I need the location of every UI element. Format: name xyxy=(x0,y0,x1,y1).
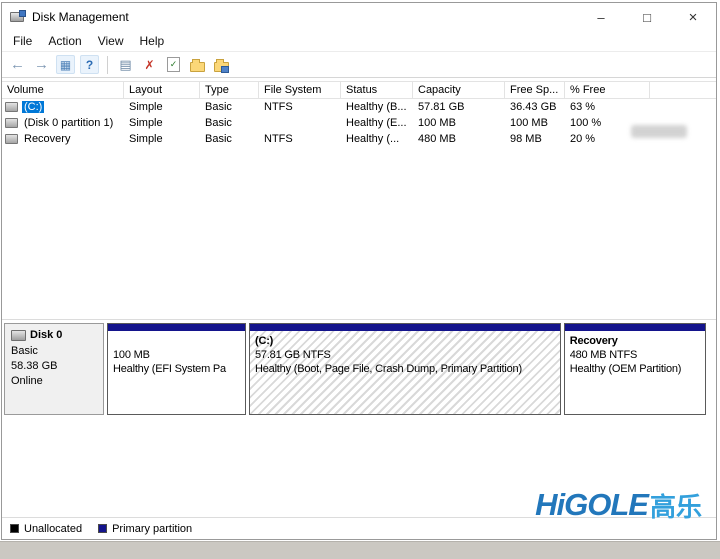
page-bottom-strip xyxy=(0,541,720,559)
volume-list: Volume Layout Type File System Status Ca… xyxy=(2,81,716,147)
close-button[interactable]: × xyxy=(670,3,716,31)
maximize-button[interactable]: □ xyxy=(624,3,670,31)
back-icon[interactable]: ← xyxy=(8,55,27,74)
col-file-system[interactable]: File System xyxy=(259,82,341,98)
unallocated-swatch xyxy=(10,524,19,533)
volume-name: (Disk 0 partition 1) xyxy=(22,117,115,129)
col-filler xyxy=(650,82,716,98)
volume-row-c[interactable]: (C:) Simple Basic NTFS Healthy (B... 57.… xyxy=(2,99,716,115)
toolbar: ← → ▦ ? ▤ ✗ ✓ xyxy=(2,52,716,78)
disk-status: Online xyxy=(11,375,97,387)
menu-bar: File Action View Help xyxy=(2,31,716,52)
partition-recovery[interactable]: Recovery 480 MB NTFS Healthy (OEM Partit… xyxy=(564,323,706,415)
volume-name: (C:) xyxy=(22,101,44,113)
title-bar[interactable]: Disk Management – □ × xyxy=(2,3,716,31)
col-volume[interactable]: Volume xyxy=(2,82,124,98)
volume-name: Recovery xyxy=(22,133,72,145)
disk-size: 58.38 GB xyxy=(11,360,97,372)
disk-name: Disk 0 xyxy=(30,329,62,341)
minimize-button[interactable]: – xyxy=(578,3,624,31)
menu-file[interactable]: File xyxy=(5,32,40,50)
disk-0-info-panel[interactable]: Disk 0 Basic 58.38 GB Online xyxy=(4,323,104,415)
partition-color-bar xyxy=(108,324,245,331)
volume-icon xyxy=(5,102,18,112)
higole-logo-cjk: 高乐 xyxy=(650,494,702,520)
legend-unallocated: Unallocated xyxy=(10,523,82,535)
disk-type: Basic xyxy=(11,345,97,357)
volume-row-recovery[interactable]: Recovery Simple Basic NTFS Healthy (... … xyxy=(2,131,716,147)
partition-strip: 100 MB Healthy (EFI System Pa (C:) 57.81… xyxy=(107,323,706,415)
help-icon[interactable]: ? xyxy=(80,55,99,74)
legend-primary-partition: Primary partition xyxy=(98,523,192,535)
toolbar-separator xyxy=(107,56,108,74)
open-folder-icon[interactable] xyxy=(188,55,207,74)
partition-c[interactable]: (C:) 57.81 GB NTFS Healthy (Boot, Page F… xyxy=(249,323,561,415)
properties-icon[interactable]: ▤ xyxy=(116,55,135,74)
volume-row-partition1[interactable]: (Disk 0 partition 1) Simple Basic Health… xyxy=(2,115,716,131)
menu-action[interactable]: Action xyxy=(40,32,89,50)
col-layout[interactable]: Layout xyxy=(124,82,200,98)
col-type[interactable]: Type xyxy=(200,82,259,98)
mark-active-icon[interactable]: ✓ xyxy=(164,55,183,74)
disk-management-app-icon xyxy=(10,10,26,24)
window-controls: – □ × xyxy=(578,3,716,31)
col-pct-free[interactable]: % Free xyxy=(565,82,650,98)
col-status[interactable]: Status xyxy=(341,82,413,98)
disk-management-window: Disk Management – □ × File Action View H… xyxy=(1,2,717,540)
partition-color-bar xyxy=(250,324,560,331)
partition-efi[interactable]: 100 MB Healthy (EFI System Pa xyxy=(107,323,246,415)
list-header: Volume Layout Type File System Status Ca… xyxy=(2,81,716,99)
menu-view[interactable]: View xyxy=(90,32,132,50)
col-free-space[interactable]: Free Sp... xyxy=(505,82,565,98)
window-title: Disk Management xyxy=(32,10,129,24)
blurred-watermark xyxy=(631,125,687,138)
pane-splitter[interactable] xyxy=(2,319,716,320)
volume-icon xyxy=(5,134,18,144)
higole-logo-text: HiGOLE xyxy=(535,489,648,520)
show-console-tree-icon[interactable]: ▦ xyxy=(56,55,75,74)
disk-0-row: Disk 0 Basic 58.38 GB Online 100 MB Heal… xyxy=(4,323,706,415)
forward-icon[interactable]: → xyxy=(32,55,51,74)
disk-icon xyxy=(11,330,26,341)
volume-icon xyxy=(5,118,18,128)
higole-watermark: HiGOLE 高乐 xyxy=(535,489,702,520)
col-capacity[interactable]: Capacity xyxy=(413,82,505,98)
explore-folder-icon[interactable] xyxy=(212,55,231,74)
primary-partition-swatch xyxy=(98,524,107,533)
partition-color-bar xyxy=(565,324,705,331)
menu-help[interactable]: Help xyxy=(132,32,173,50)
delete-volume-icon[interactable]: ✗ xyxy=(140,55,159,74)
